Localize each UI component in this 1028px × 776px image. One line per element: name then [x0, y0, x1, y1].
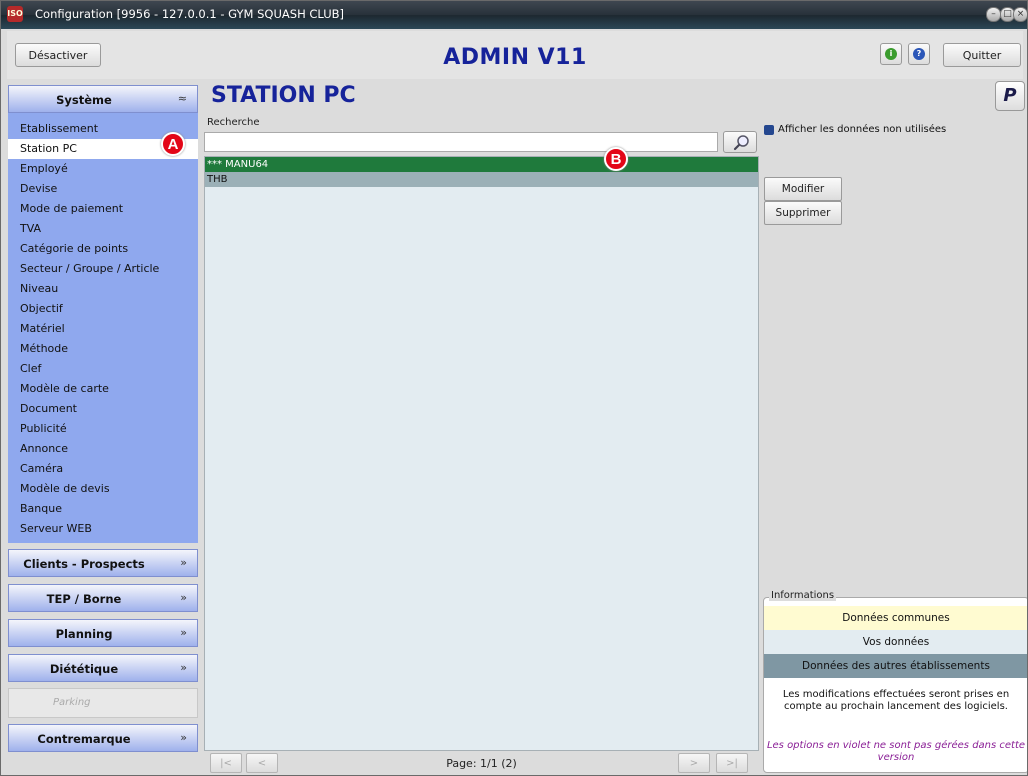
sidebar-item[interactable]: Objectif: [8, 299, 198, 319]
search-label: Recherche: [207, 117, 260, 128]
double-chevron-down-icon: »: [180, 661, 187, 674]
last-page-button[interactable]: >|: [716, 753, 748, 773]
minimize-icon[interactable]: –: [986, 7, 1001, 22]
double-chevron-down-icon: »: [180, 626, 187, 639]
info-icon: i: [885, 48, 897, 60]
sidebar-item[interactable]: Caméra: [8, 459, 198, 479]
sidebar-item[interactable]: Méthode: [8, 339, 198, 359]
search-input[interactable]: [204, 132, 718, 152]
sidebar-item[interactable]: Mode de paiement: [8, 199, 198, 219]
callout-marker-b: B: [604, 147, 628, 171]
info-common-data: Données communes: [764, 606, 1027, 630]
app-logo-icon: ISO: [7, 6, 23, 22]
window-title: Configuration [9956 - 127.0.0.1 - GYM SQ…: [35, 7, 345, 21]
double-chevron-up-icon: ≈: [177, 92, 187, 105]
list-item[interactable]: *** MANU64: [205, 157, 758, 172]
magnifier-icon: [733, 135, 749, 151]
sidebar-item[interactable]: Matériel: [8, 319, 198, 339]
info-button[interactable]: i: [880, 43, 902, 65]
double-chevron-down-icon: »: [180, 556, 187, 569]
section-parking-disabled: Parking: [8, 688, 198, 718]
section-systeme-label: Système: [56, 93, 112, 107]
sidebar-item[interactable]: Publicité: [8, 419, 198, 439]
show-unused-label: Afficher les données non utilisées: [778, 124, 947, 135]
section-contremarque-label: Contremarque: [37, 732, 131, 746]
section-dietetique[interactable]: Diététique »: [8, 654, 198, 682]
sidebar-item[interactable]: Banque: [8, 499, 198, 519]
pager: |< < Page: 1/1 (2) > >|: [204, 753, 759, 775]
help-icon: ?: [913, 48, 925, 60]
callout-marker-a: A: [161, 132, 185, 156]
info-message: Les modifications effectuées seront pris…: [782, 689, 1010, 712]
station-list: *** MANU64 THB: [204, 156, 759, 751]
close-icon[interactable]: ×: [1013, 7, 1027, 22]
sidebar-item[interactable]: Catégorie de points: [8, 239, 198, 259]
modify-button[interactable]: Modifier: [764, 177, 842, 201]
page-title: STATION PC: [211, 83, 356, 108]
sidebar-item[interactable]: Document: [8, 399, 198, 419]
next-page-button[interactable]: >: [678, 753, 710, 773]
double-chevron-down-icon: »: [180, 731, 187, 744]
info-legend: Informations: [769, 590, 837, 601]
show-unused-checkbox[interactable]: [764, 125, 774, 135]
p-logo-icon: P: [995, 81, 1025, 111]
section-dietetique-label: Diététique: [49, 662, 119, 676]
double-chevron-down-icon: »: [180, 591, 187, 604]
sidebar-item[interactable]: Secteur / Groupe / Article: [8, 259, 198, 279]
info-note: Les options en violet ne sont pas gérées…: [766, 740, 1026, 763]
sidebar-item[interactable]: Modèle de carte: [8, 379, 198, 399]
list-item[interactable]: THB: [205, 172, 758, 187]
sidebar-item[interactable]: Serveur WEB: [8, 519, 198, 539]
main-window: ISO Configuration [9956 - 127.0.0.1 - GY…: [0, 0, 1028, 776]
app-title: ADMIN V11: [443, 45, 587, 70]
sidebar-item[interactable]: Devise: [8, 179, 198, 199]
sidebar-item[interactable]: TVA: [8, 219, 198, 239]
section-clients-prospects[interactable]: Clients - Prospects »: [8, 549, 198, 577]
section-systeme[interactable]: Système ≈: [8, 85, 198, 113]
sidebar-item[interactable]: Clef: [8, 359, 198, 379]
section-tep-borne[interactable]: TEP / Borne »: [8, 584, 198, 612]
section-planning[interactable]: Planning »: [8, 619, 198, 647]
info-your-data: Vos données: [764, 630, 1027, 654]
delete-button[interactable]: Supprimer: [764, 201, 842, 225]
section-tep-label: TEP / Borne: [46, 592, 122, 606]
sidebar-item[interactable]: Niveau: [8, 279, 198, 299]
info-other-data: Données des autres établissements: [764, 654, 1027, 678]
section-planning-label: Planning: [55, 627, 113, 641]
quit-button[interactable]: Quitter: [943, 43, 1021, 67]
page-indicator: Page: 1/1 (2): [446, 757, 517, 770]
sidebar-item[interactable]: Modèle de devis: [8, 479, 198, 499]
sidebar-item[interactable]: Employé: [8, 159, 198, 179]
section-contremarque[interactable]: Contremarque »: [8, 724, 198, 752]
help-button[interactable]: ?: [908, 43, 930, 65]
sidebar-item[interactable]: Annonce: [8, 439, 198, 459]
section-clients-label: Clients - Prospects: [23, 557, 145, 571]
search-button[interactable]: [723, 131, 757, 153]
title-bar: ISO Configuration [9956 - 127.0.0.1 - GY…: [1, 1, 1027, 29]
